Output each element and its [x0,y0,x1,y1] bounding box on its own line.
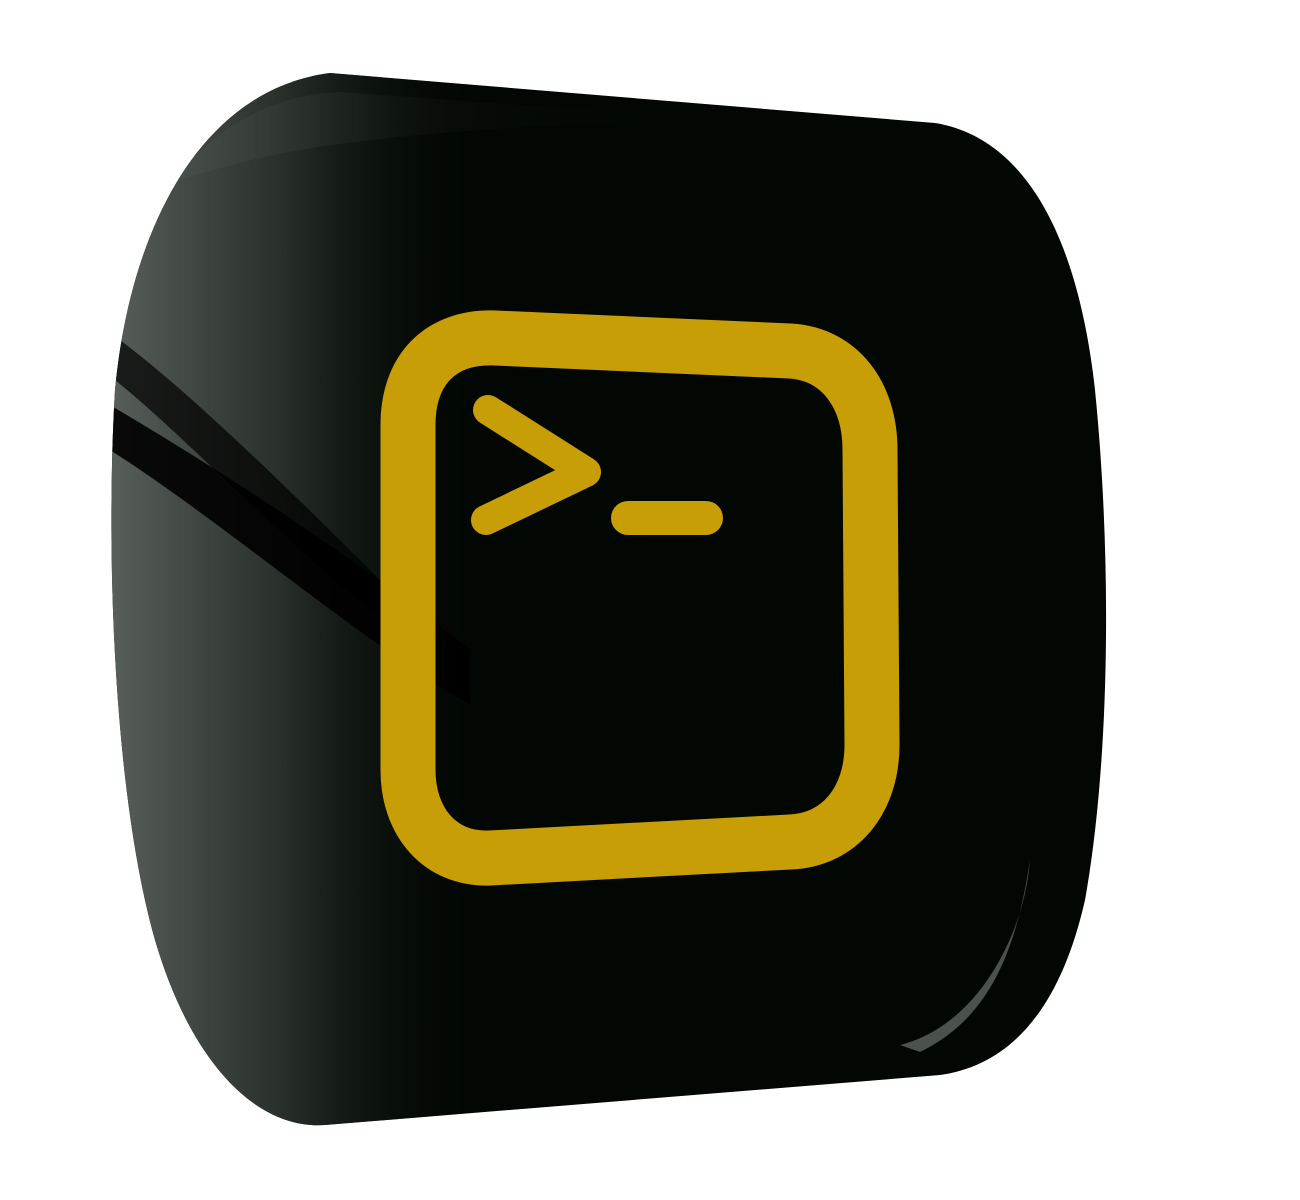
terminal-app-icon[interactable] [0,0,1300,1200]
key-gloss [111,73,1100,1126]
icon-canvas [0,0,1300,1200]
